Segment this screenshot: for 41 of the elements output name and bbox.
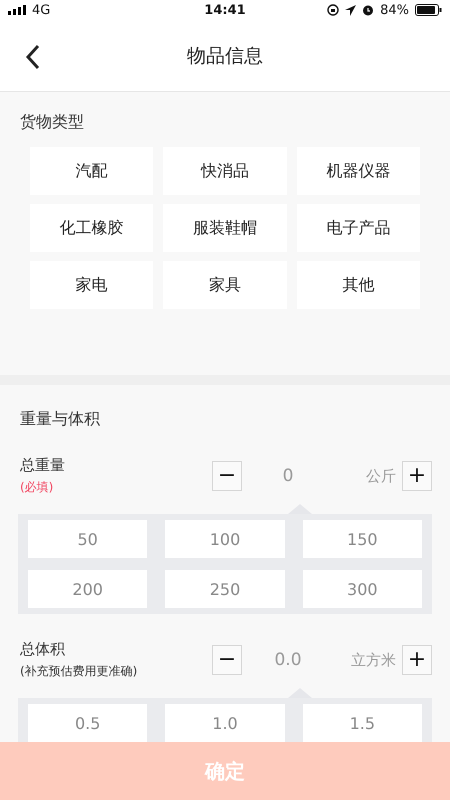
increase-button[interactable]: + — [402, 461, 432, 491]
field-note: (必填) — [20, 479, 54, 496]
battery-percent: 84% — [380, 2, 409, 18]
cargo-type-option[interactable]: 快消品 — [163, 147, 287, 195]
preset-option[interactable]: 0.5 — [28, 704, 148, 742]
alarm-clock-icon — [362, 4, 374, 16]
cargo-type-option[interactable]: 家具 — [163, 261, 287, 309]
preset-option[interactable]: 1.5 — [302, 704, 422, 742]
cargo-type-option[interactable]: 化工橡胶 — [30, 204, 154, 252]
cargo-type-option[interactable]: 电子产品 — [296, 204, 420, 252]
section-title: 重量与体积 — [20, 409, 101, 430]
rotation-lock-icon — [327, 4, 340, 16]
cargo-type-option[interactable]: 机器仪器 — [296, 147, 420, 195]
unit-label: 公斤 — [365, 466, 397, 486]
cargo-type-option[interactable]: 汽配 — [30, 147, 154, 195]
cargo-type-option[interactable]: 服装鞋帽 — [163, 204, 287, 252]
battery-icon — [414, 4, 442, 16]
increase-button[interactable]: + — [402, 645, 432, 675]
field-value: 0.0 — [273, 650, 303, 670]
preset-option[interactable]: 100 — [165, 520, 285, 558]
cargo-type-option[interactable]: 其他 — [296, 261, 420, 309]
preset-option[interactable]: 250 — [165, 570, 285, 608]
decrease-button[interactable]: − — [212, 645, 242, 675]
page-title: 物品信息 — [187, 44, 263, 68]
field-note: (补充预估费用更准确) — [20, 663, 138, 680]
signal-icon — [8, 5, 26, 15]
carrier-text: 4G — [32, 2, 50, 18]
location-arrow-icon — [345, 4, 356, 16]
preset-option[interactable]: 1.0 — [165, 704, 285, 742]
preset-option[interactable]: 300 — [302, 570, 422, 608]
preset-option[interactable]: 200 — [28, 570, 148, 608]
section-title: 货物类型 — [20, 112, 85, 133]
preset-option[interactable]: 50 — [28, 520, 148, 558]
field-label: 总重量 — [20, 456, 66, 475]
field-label: 总体积 — [20, 640, 66, 659]
decrease-button[interactable]: − — [212, 461, 242, 491]
field-value: 0 — [282, 466, 294, 486]
preset-option[interactable]: 150 — [302, 520, 422, 558]
clock-time: 14:41 — [204, 2, 246, 18]
unit-label: 立方米 — [350, 650, 397, 670]
cargo-type-option[interactable]: 家电 — [30, 261, 154, 309]
